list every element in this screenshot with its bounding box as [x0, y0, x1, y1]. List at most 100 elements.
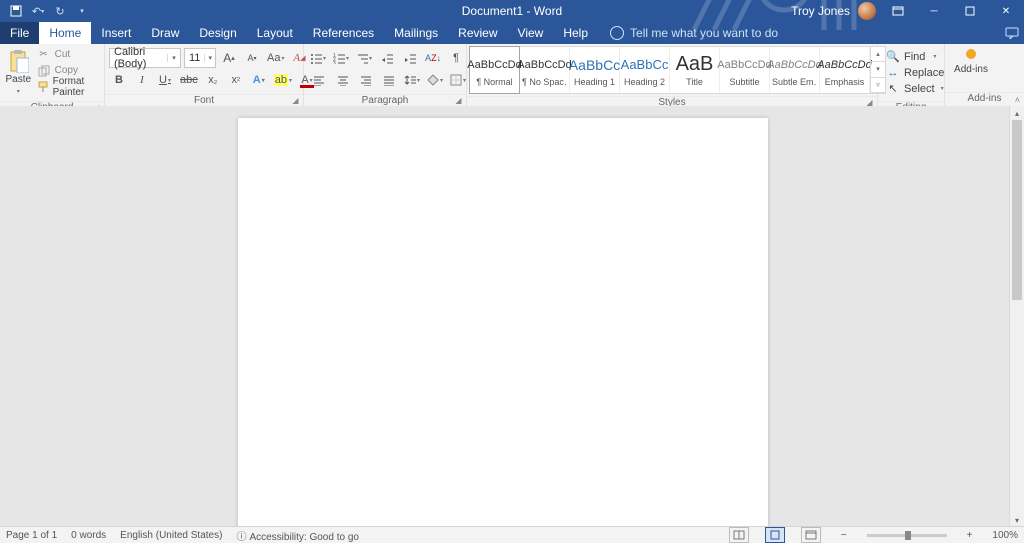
tab-insert[interactable]: Insert: [91, 22, 141, 44]
style-preview: AaBbCc: [569, 54, 620, 76]
font-name-combo[interactable]: Calibri (Body)▾: [109, 48, 181, 68]
collapse-ribbon-button[interactable]: ˄: [1015, 95, 1020, 105]
line-spacing-button[interactable]: ▾: [402, 71, 422, 89]
select-button[interactable]: ↖Select▾: [886, 81, 944, 96]
tell-me-search[interactable]: Tell me what you want to do: [598, 22, 778, 44]
justify-button[interactable]: [379, 71, 399, 89]
italic-button[interactable]: I: [132, 71, 152, 89]
addins-group-label: Add-ins: [968, 93, 1002, 104]
comments-icon[interactable]: [1000, 22, 1024, 44]
style-name: Emphasis: [825, 77, 865, 87]
style-preview: AaBbCc: [621, 54, 669, 76]
text-effects-button[interactable]: A▾: [249, 71, 269, 89]
zoom-slider-thumb[interactable]: [905, 531, 911, 540]
tab-design[interactable]: Design: [189, 22, 246, 44]
tab-view[interactable]: View: [508, 22, 554, 44]
zoom-out-button[interactable]: −: [841, 530, 847, 541]
subscript-button[interactable]: x₂: [203, 71, 223, 89]
highlight-button[interactable]: ab▾: [272, 71, 294, 89]
show-hide-button[interactable]: ¶: [446, 49, 466, 67]
increase-indent-button[interactable]: [400, 49, 420, 67]
addins-icon: [966, 49, 976, 59]
user-avatar[interactable]: [858, 2, 876, 20]
quick-access-toolbar: ↶▾ ↻ ▾: [0, 1, 92, 21]
style-emphasis[interactable]: AaBbCcDdEmphasis: [820, 47, 870, 93]
qat-customize-icon[interactable]: ▾: [72, 1, 92, 21]
style-subtle-em-[interactable]: AaBbCcDdSubtle Em…: [770, 47, 820, 93]
style-preview: AaBbCcDd: [517, 54, 571, 76]
word-count-status[interactable]: 0 words: [71, 530, 106, 541]
language-status[interactable]: English (United States): [120, 530, 222, 541]
tab-mailings[interactable]: Mailings: [384, 22, 448, 44]
scroll-up-icon[interactable]: ▴: [1010, 106, 1024, 120]
strikethrough-button[interactable]: abc: [178, 71, 200, 89]
paragraph-group-label: Paragraph: [362, 95, 409, 106]
cut-button: ✂Cut: [37, 47, 100, 62]
scroll-down-icon[interactable]: ▾: [1010, 513, 1024, 527]
read-mode-button[interactable]: [729, 527, 749, 543]
maximize-icon[interactable]: [956, 1, 984, 21]
bold-button[interactable]: B: [109, 71, 129, 89]
user-name[interactable]: Troy Jones: [791, 4, 850, 18]
tab-draw[interactable]: Draw: [141, 22, 189, 44]
scroll-thumb[interactable]: [1012, 120, 1022, 300]
tab-home[interactable]: Home: [39, 22, 91, 44]
shading-button[interactable]: ▾: [425, 71, 445, 89]
shrink-font-button[interactable]: A▾: [242, 49, 262, 67]
accessibility-status[interactable]: ⓘAccessibility: Good to go: [236, 528, 359, 543]
style---no-spac-[interactable]: AaBbCcDd¶ No Spac…: [520, 47, 570, 93]
replace-button[interactable]: ↔Replace: [886, 65, 944, 80]
addins-button[interactable]: Add-ins: [949, 47, 993, 75]
align-center-button[interactable]: [333, 71, 353, 89]
change-case-button[interactable]: Aa▾: [265, 49, 286, 67]
borders-button[interactable]: ▾: [448, 71, 468, 89]
close-icon[interactable]: ✕: [992, 1, 1020, 21]
grow-font-button[interactable]: A▴: [219, 49, 239, 67]
search-icon: 🔍: [886, 50, 900, 64]
style---normal[interactable]: AaBbCcDd¶ Normal: [469, 46, 520, 94]
zoom-level[interactable]: 100%: [992, 530, 1018, 541]
web-layout-button[interactable]: [801, 527, 821, 543]
tab-references[interactable]: References: [303, 22, 384, 44]
format-painter-button[interactable]: Format Painter: [37, 79, 100, 94]
tab-layout[interactable]: Layout: [247, 22, 303, 44]
style-title[interactable]: AaBTitle: [670, 47, 720, 93]
paste-button[interactable]: Paste▾: [4, 47, 33, 98]
scissors-icon: ✂: [37, 48, 51, 62]
font-dialog-launcher[interactable]: ◢: [290, 95, 301, 106]
decrease-indent-button[interactable]: [377, 49, 397, 67]
zoom-slider[interactable]: [867, 534, 947, 537]
style-subtitle[interactable]: AaBbCcDdSubtitle: [720, 47, 770, 93]
superscript-button[interactable]: x²: [226, 71, 246, 89]
save-icon[interactable]: [6, 1, 26, 21]
chevron-down-icon: ▾: [167, 54, 180, 62]
align-left-button[interactable]: [308, 70, 330, 90]
find-button[interactable]: 🔍Find▾: [886, 49, 944, 64]
font-size-combo[interactable]: 11▾: [184, 48, 216, 68]
styles-gallery[interactable]: AaBbCcDd¶ NormalAaBbCcDd¶ No Spac…AaBbCc…: [469, 46, 886, 94]
zoom-in-button[interactable]: +: [967, 530, 973, 541]
clear-formatting-button[interactable]: A◢: [289, 49, 309, 67]
print-layout-button[interactable]: [765, 527, 785, 543]
align-right-button[interactable]: [356, 71, 376, 89]
tab-file[interactable]: File: [0, 22, 39, 44]
tab-review[interactable]: Review: [448, 22, 507, 44]
bullets-button[interactable]: ▾: [308, 49, 328, 67]
undo-icon[interactable]: ↶▾: [28, 1, 48, 21]
numbering-button[interactable]: 123▾: [331, 49, 351, 67]
style-heading-2[interactable]: AaBbCcHeading 2: [620, 47, 670, 93]
underline-button[interactable]: U▾: [155, 71, 175, 89]
style-heading-1[interactable]: AaBbCcHeading 1: [570, 47, 620, 93]
style-preview: AaBbCcDd: [467, 54, 521, 76]
page-number-status[interactable]: Page 1 of 1: [6, 530, 57, 541]
redo-icon[interactable]: ↻: [50, 1, 70, 21]
multilevel-list-button[interactable]: ▾: [354, 49, 374, 67]
document-page[interactable]: [238, 118, 768, 527]
vertical-scrollbar[interactable]: ▴ ▾: [1009, 106, 1024, 527]
minimize-icon[interactable]: ─: [920, 1, 948, 21]
ribbon-display-icon[interactable]: [884, 1, 912, 21]
sort-button[interactable]: AZ↓: [423, 49, 443, 67]
paragraph-dialog-launcher[interactable]: ◢: [453, 95, 464, 106]
tab-help[interactable]: Help: [553, 22, 598, 44]
style-preview: AaBbCcDd: [817, 54, 871, 76]
